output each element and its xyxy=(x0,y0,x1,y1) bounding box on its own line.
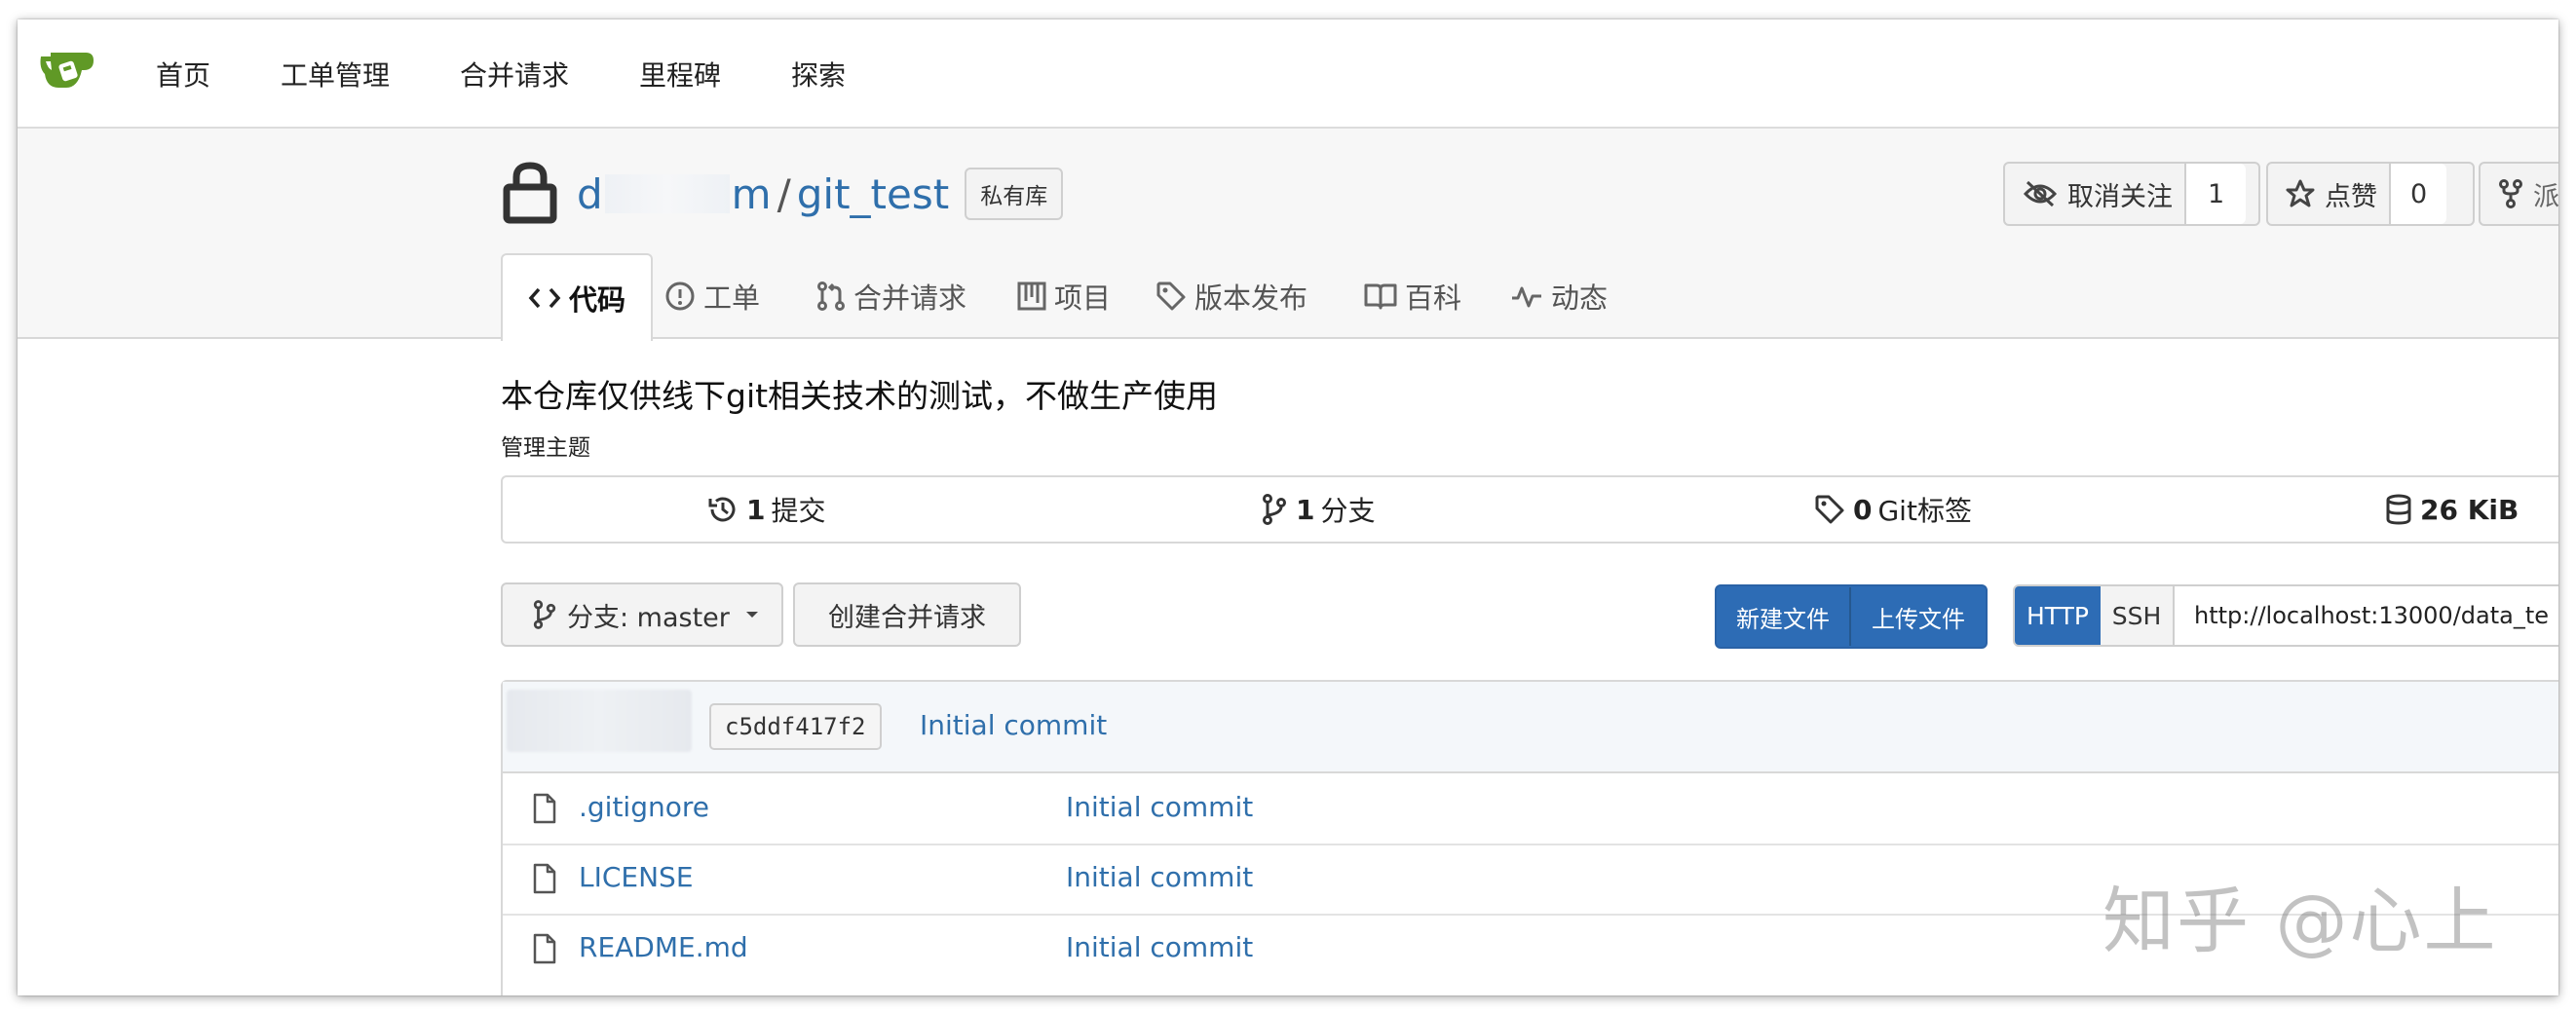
ssh-button[interactable]: SSH xyxy=(2101,586,2175,645)
star-icon xyxy=(2286,179,2315,207)
watch-count[interactable]: 1 xyxy=(2184,164,2247,224)
tab-releases-label: 版本发布 xyxy=(1194,281,1308,315)
tags-label: Git标签 xyxy=(1877,495,1972,527)
author-avatar xyxy=(507,690,692,752)
stat-tags[interactable]: 0 Git标签 xyxy=(1814,477,1972,542)
new-file-button[interactable]: 新建文件 xyxy=(1717,600,1849,634)
branch-selector-label: 分支: master xyxy=(567,602,730,633)
tab-activity[interactable]: 动态 xyxy=(1510,255,1608,337)
latest-commit-bar: c5ddf417f2 Initial commit xyxy=(503,682,2558,773)
clone-panel: HTTP SSH http://localhost:13000/data_te xyxy=(2013,584,2558,647)
watch-main[interactable]: 取消关注 xyxy=(2005,175,2184,213)
star-count[interactable]: 0 xyxy=(2389,164,2447,224)
caret-down-icon xyxy=(745,612,758,618)
history-icon xyxy=(708,497,736,522)
table-row[interactable]: .gitignore Initial commit xyxy=(503,773,2558,845)
branches-label: 分支 xyxy=(1320,495,1376,527)
tab-projects[interactable]: 项目 xyxy=(1017,255,1111,337)
tab-code[interactable]: 代码 xyxy=(501,253,654,341)
issue-icon xyxy=(665,281,695,311)
tab-releases[interactable]: 版本发布 xyxy=(1155,255,1307,337)
tab-projects-label: 项目 xyxy=(1054,281,1112,315)
nav-explore[interactable]: 探索 xyxy=(791,55,846,94)
code-icon xyxy=(528,287,561,309)
repo-title: d m / git_test 私有库 xyxy=(577,168,1064,220)
nav-pull-requests[interactable]: 合并请求 xyxy=(460,55,569,94)
star-label: 点赞 xyxy=(2325,181,2377,212)
tab-issues[interactable]: 工单 xyxy=(664,255,760,337)
repo-owner-end[interactable]: m xyxy=(732,170,772,218)
lock-icon xyxy=(503,160,557,228)
branch-icon xyxy=(533,600,556,629)
manage-topics-link[interactable]: 管理主题 xyxy=(501,429,590,462)
stat-branches[interactable]: 1 分支 xyxy=(1261,477,1376,542)
file-icon xyxy=(533,793,556,824)
fork-label: 派 xyxy=(2533,181,2558,212)
tab-pull-requests[interactable]: 合并请求 xyxy=(816,255,966,337)
repo-description: 本仓库仅供线下git相关技术的测试，不做生产使用 xyxy=(501,377,1219,415)
file-actions: 新建文件 上传文件 xyxy=(1715,584,1988,649)
file-name[interactable]: LICENSE xyxy=(579,861,694,893)
upload-file-button[interactable]: 上传文件 xyxy=(1851,600,1986,634)
file-name[interactable]: README.md xyxy=(579,931,748,963)
stat-size: 26 KiB xyxy=(2385,477,2524,542)
pulse-icon xyxy=(1512,286,1541,308)
branch-icon xyxy=(1263,494,1286,525)
tag-icon xyxy=(1156,281,1186,311)
tab-code-label: 代码 xyxy=(569,283,626,317)
fork-icon xyxy=(2499,179,2522,208)
tab-wiki-label: 百科 xyxy=(1405,281,1462,315)
clone-url-input[interactable]: http://localhost:13000/data_te xyxy=(2175,586,2558,645)
latest-commit-message[interactable]: Initial commit xyxy=(920,709,1107,741)
pull-request-icon xyxy=(817,281,845,311)
stat-commits[interactable]: 1 提交 xyxy=(707,477,826,542)
branch-selector[interactable]: 分支: master xyxy=(501,582,783,647)
file-commit-message[interactable]: Initial commit xyxy=(1066,931,1253,963)
repo-stats-bar: 1 提交 1 分支 0 Git标签 26 KiB xyxy=(501,475,2558,544)
nav-home[interactable]: 首页 xyxy=(156,55,210,94)
branches-count: 1 xyxy=(1296,493,1315,526)
watermark: 知乎 @心上 xyxy=(2102,880,2498,963)
top-navbar: 首页 工单管理 合并请求 里程碑 探索 xyxy=(18,19,2558,129)
commits-count: 1 xyxy=(746,493,766,526)
http-button[interactable]: HTTP xyxy=(2015,586,2101,645)
file-name[interactable]: .gitignore xyxy=(579,791,709,823)
nav-issues[interactable]: 工单管理 xyxy=(281,55,390,94)
tab-pull-requests-label: 合并请求 xyxy=(853,281,967,315)
fork-button[interactable]: 派 xyxy=(2479,162,2558,226)
project-icon xyxy=(1017,281,1046,311)
repo-separator: / xyxy=(777,169,791,218)
database-icon xyxy=(2386,494,2411,525)
eye-off-icon xyxy=(2023,180,2058,207)
tab-activity-label: 动态 xyxy=(1551,281,1609,315)
nav-milestones[interactable]: 里程碑 xyxy=(639,55,721,94)
redacted-owner xyxy=(604,174,730,213)
create-pull-request-button[interactable]: 创建合并请求 xyxy=(793,582,1021,647)
gitea-logo-icon[interactable] xyxy=(37,49,97,95)
commits-label: 提交 xyxy=(771,495,826,527)
book-icon xyxy=(1364,283,1397,310)
repo-name[interactable]: git_test xyxy=(797,170,949,218)
file-commit-message[interactable]: Initial commit xyxy=(1066,861,1253,893)
star-button[interactable]: 点赞 0 xyxy=(2266,162,2475,226)
file-icon xyxy=(533,863,556,894)
repo-size: 26 KiB xyxy=(2420,493,2519,526)
tag-icon xyxy=(1815,495,1844,524)
tab-issues-label: 工单 xyxy=(703,281,761,315)
tab-wiki[interactable]: 百科 xyxy=(1364,255,1461,337)
app-window: 首页 工单管理 合并请求 里程碑 探索 d m / git_test 私有库 取… xyxy=(18,19,2558,995)
star-main[interactable]: 点赞 xyxy=(2268,175,2389,213)
file-commit-message[interactable]: Initial commit xyxy=(1066,791,1253,823)
watch-button[interactable]: 取消关注 1 xyxy=(2003,162,2260,226)
tags-count: 0 xyxy=(1853,493,1873,526)
commit-sha[interactable]: c5ddf417f2 xyxy=(709,703,882,750)
watch-label: 取消关注 xyxy=(2067,181,2173,212)
private-badge: 私有库 xyxy=(965,168,1064,220)
file-icon xyxy=(533,933,556,964)
repo-owner-start[interactable]: d xyxy=(577,170,603,218)
